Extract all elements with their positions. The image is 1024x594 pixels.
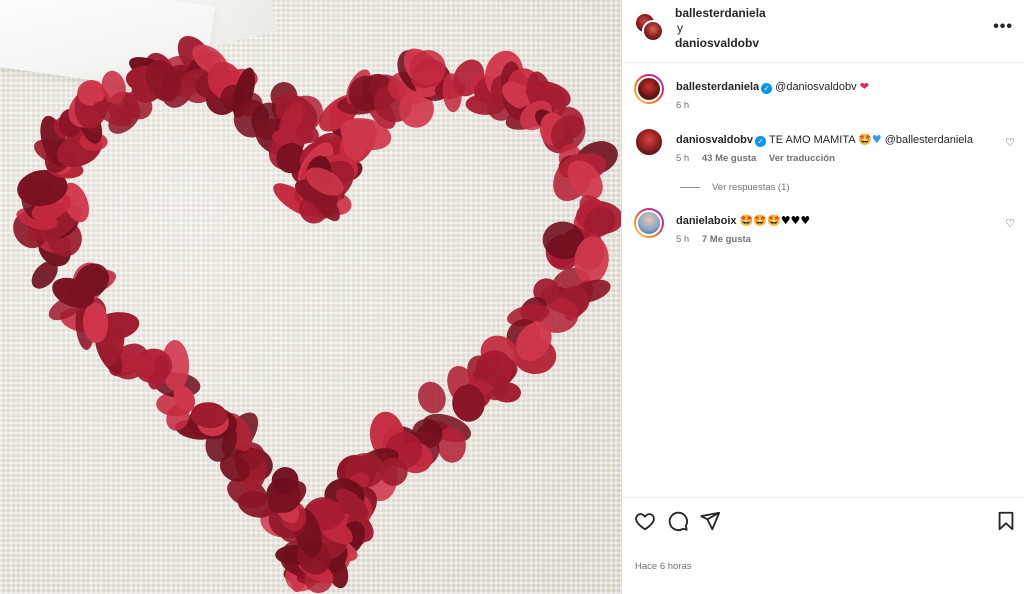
comment-mention[interactable]: @ballesterdaniela [885,134,973,146]
comment-username[interactable]: danielaboix [676,215,737,227]
caption-mention[interactable]: @daniosvaldobv [775,81,857,93]
comment-icon[interactable] [667,510,689,532]
share-icon[interactable] [699,510,721,532]
avatar[interactable] [634,208,664,238]
rose-petal [342,118,369,161]
collab-username[interactable]: daniosvaldobv [675,36,759,50]
rose-petal [417,381,446,414]
comment-likes[interactable]: 7 Me gusta [702,234,751,245]
collab-avatars[interactable] [634,12,664,42]
post-timestamp[interactable]: Hace 6 horas [635,561,692,572]
rose-petal-heart [13,35,621,594]
post-actions: Hace 6 horas [622,497,1024,594]
caption-meta: 6 h [676,100,699,111]
verified-badge-icon: ✓ [755,136,767,147]
comments-list: ballesterdaniela ✓ @daniosvaldobv ❤ 6 h da… [622,64,1024,496]
author-username[interactable]: ballesterdaniela [675,6,766,20]
comment-username[interactable]: daniosvaldobv [676,134,753,146]
verified-badge-icon: ✓ [761,83,773,94]
comment-time[interactable]: 5 h [676,234,689,245]
blue-heart-emoji: ♥ [871,133,882,146]
post-header: ballesterdaniela y daniosvaldobv ••• [622,0,1024,63]
post-image[interactable] [0,0,621,594]
red-heart-emoji: ❤ [859,80,869,93]
view-replies-button[interactable]: Ver respuestas (1) [680,182,790,193]
more-horizontal-icon[interactable]: ••• [993,18,1013,36]
avatar[interactable] [642,20,664,42]
view-replies-label: Ver respuestas (1) [712,182,790,193]
comment-meta: 5 h 43 Me gusta Ver traducción [676,153,845,164]
caption-username[interactable]: ballesterdaniela [676,81,759,93]
replies-divider [680,186,700,188]
comment-time[interactable]: 5 h [676,153,689,164]
like-comment-icon[interactable]: ♡ [1005,136,1015,149]
star-struck-emoji: 🤩 [858,133,872,146]
star-struck-emoji: 🤩🤩🤩 [739,214,781,227]
avatar[interactable] [634,127,664,157]
like-comment-icon[interactable]: ♡ [1005,217,1015,230]
comment-meta: 5 h 7 Me gusta [676,234,761,245]
comment-text: daniosvaldobv ✓ TE AMO MAMITA 🤩♥ @balleste… [676,133,973,147]
comment-text: danielaboix 🤩🤩🤩♥♥♥ [676,214,810,228]
comment-likes[interactable]: 43 Me gusta [702,153,756,164]
caption-time[interactable]: 6 h [676,100,689,111]
collab-conjunction: y [677,21,683,35]
caption-text: ballesterdaniela ✓ @daniosvaldobv ❤ [676,80,869,94]
avatar[interactable] [634,74,664,104]
heart-outline-icon[interactable] [634,510,656,532]
black-heart-emoji: ♥♥♥ [780,214,811,227]
translate-link[interactable]: Ver traducción [769,153,835,164]
post-detail-panel: ballesterdaniela y daniosvaldobv ••• bal… [621,0,1024,594]
bookmark-icon[interactable] [995,510,1017,532]
comment-body: TE AMO MAMITA [769,134,856,146]
